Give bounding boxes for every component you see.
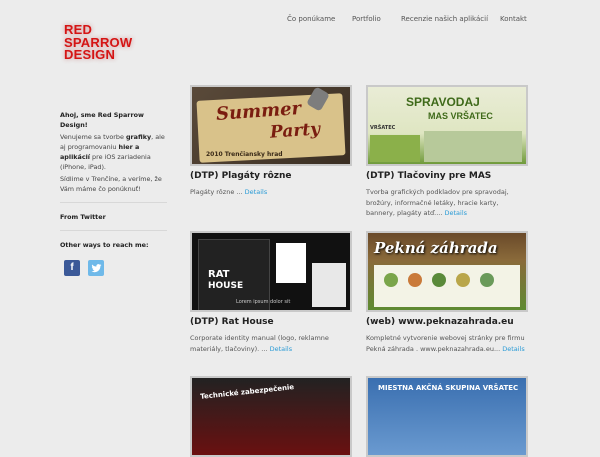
- thumb-panel: [312, 263, 346, 307]
- logo[interactable]: RED SPARROW DESIGN: [64, 23, 152, 68]
- thumb-photo: [424, 131, 522, 162]
- thumb-text: SPRAVODAJ: [406, 95, 480, 109]
- card-thumbnail[interactable]: SPRAVODAJ MAS VRŠATEC VRŠATEC: [366, 85, 528, 166]
- thumb-panel: [276, 243, 306, 283]
- card-title[interactable]: (DTP) Tlačoviny pre MAS: [366, 171, 491, 181]
- sidebar-location: Sídlime v Trenčíne, a veríme, že Vám mám…: [60, 175, 162, 193]
- details-link[interactable]: Details: [245, 188, 268, 196]
- divider: [60, 202, 167, 203]
- thumb-text: Lorem ipsum dolor sit: [236, 299, 291, 305]
- card-thumbnail[interactable]: Summer Party 2010 Trenčiansky hrad: [190, 85, 352, 166]
- card-thumbnail[interactable]: Pekná záhrada: [366, 231, 528, 312]
- thumb-panel: [374, 265, 520, 307]
- card-description: Plagáty rôzne ... Details: [190, 188, 268, 196]
- thumb-text: Pekná záhrada: [374, 239, 498, 257]
- reach-heading: Other ways to reach me:: [60, 241, 149, 249]
- main-nav: Čo ponúkame Portfolio Recenzie našich ap…: [0, 15, 600, 27]
- thumb-circle: [408, 273, 422, 287]
- details-link[interactable]: Details: [445, 209, 468, 217]
- nav-item-services[interactable]: Čo ponúkame: [287, 15, 335, 23]
- details-link[interactable]: Details: [270, 345, 293, 353]
- twitter-icon[interactable]: [88, 260, 104, 276]
- thumb-text: MIESTNA AKČNÁ SKUPINA VRŠATEC: [378, 384, 519, 392]
- card-description: Corporate identity manual (logo, reklamn…: [190, 334, 329, 353]
- card-thumbnail[interactable]: MIESTNA AKČNÁ SKUPINA VRŠATEC: [366, 376, 528, 457]
- thumb-text: 2010 Trenčiansky hrad: [206, 151, 283, 158]
- facebook-icon[interactable]: f: [64, 260, 80, 276]
- thumb-text: Party: [269, 119, 321, 143]
- thumb-text: Technické zabezpečenie: [199, 383, 295, 401]
- thumb-circle: [480, 273, 494, 287]
- card-title[interactable]: (DTP) Rat House: [190, 317, 274, 327]
- logo-line: DESIGN: [64, 47, 116, 62]
- card-description: Kompletné vytvorenie webovej stránky pre…: [366, 334, 525, 353]
- thumb-circle: [456, 273, 470, 287]
- thumb-photo: [370, 135, 420, 162]
- thumb-text: MAS VRŠATEC: [428, 111, 493, 121]
- twitter-heading: From Twitter: [60, 213, 106, 221]
- card-description: Tvorba grafických podkladov pre spravoda…: [366, 188, 509, 217]
- nav-item-reviews[interactable]: Recenzie našich aplikácií: [401, 15, 488, 23]
- thumb-circle: [384, 273, 398, 287]
- details-link[interactable]: Details: [502, 345, 525, 353]
- card-thumbnail[interactable]: RAT HOUSE Lorem ipsum dolor sit: [190, 231, 352, 312]
- nav-item-contact[interactable]: Kontakt: [500, 15, 527, 23]
- card-title[interactable]: (DTP) Plagáty rôzne: [190, 171, 292, 181]
- card-thumbnail[interactable]: Technické zabezpečenie: [190, 376, 352, 457]
- sidebar-greeting: Ahoj, sme Red Sparrow Design!: [60, 111, 144, 129]
- sidebar-intro: Venujeme sa tvorbe grafiky, ale aj progr…: [60, 133, 165, 171]
- social-links: f: [64, 260, 104, 276]
- thumb-text: RAT: [208, 269, 230, 280]
- divider: [60, 230, 167, 231]
- thumb-text: HOUSE: [208, 281, 244, 291]
- card-title[interactable]: (web) www.peknazahrada.eu: [366, 317, 514, 327]
- thumb-circle: [432, 273, 446, 287]
- nav-item-portfolio[interactable]: Portfolio: [352, 15, 381, 23]
- thumb-text: VRŠATEC: [370, 125, 396, 131]
